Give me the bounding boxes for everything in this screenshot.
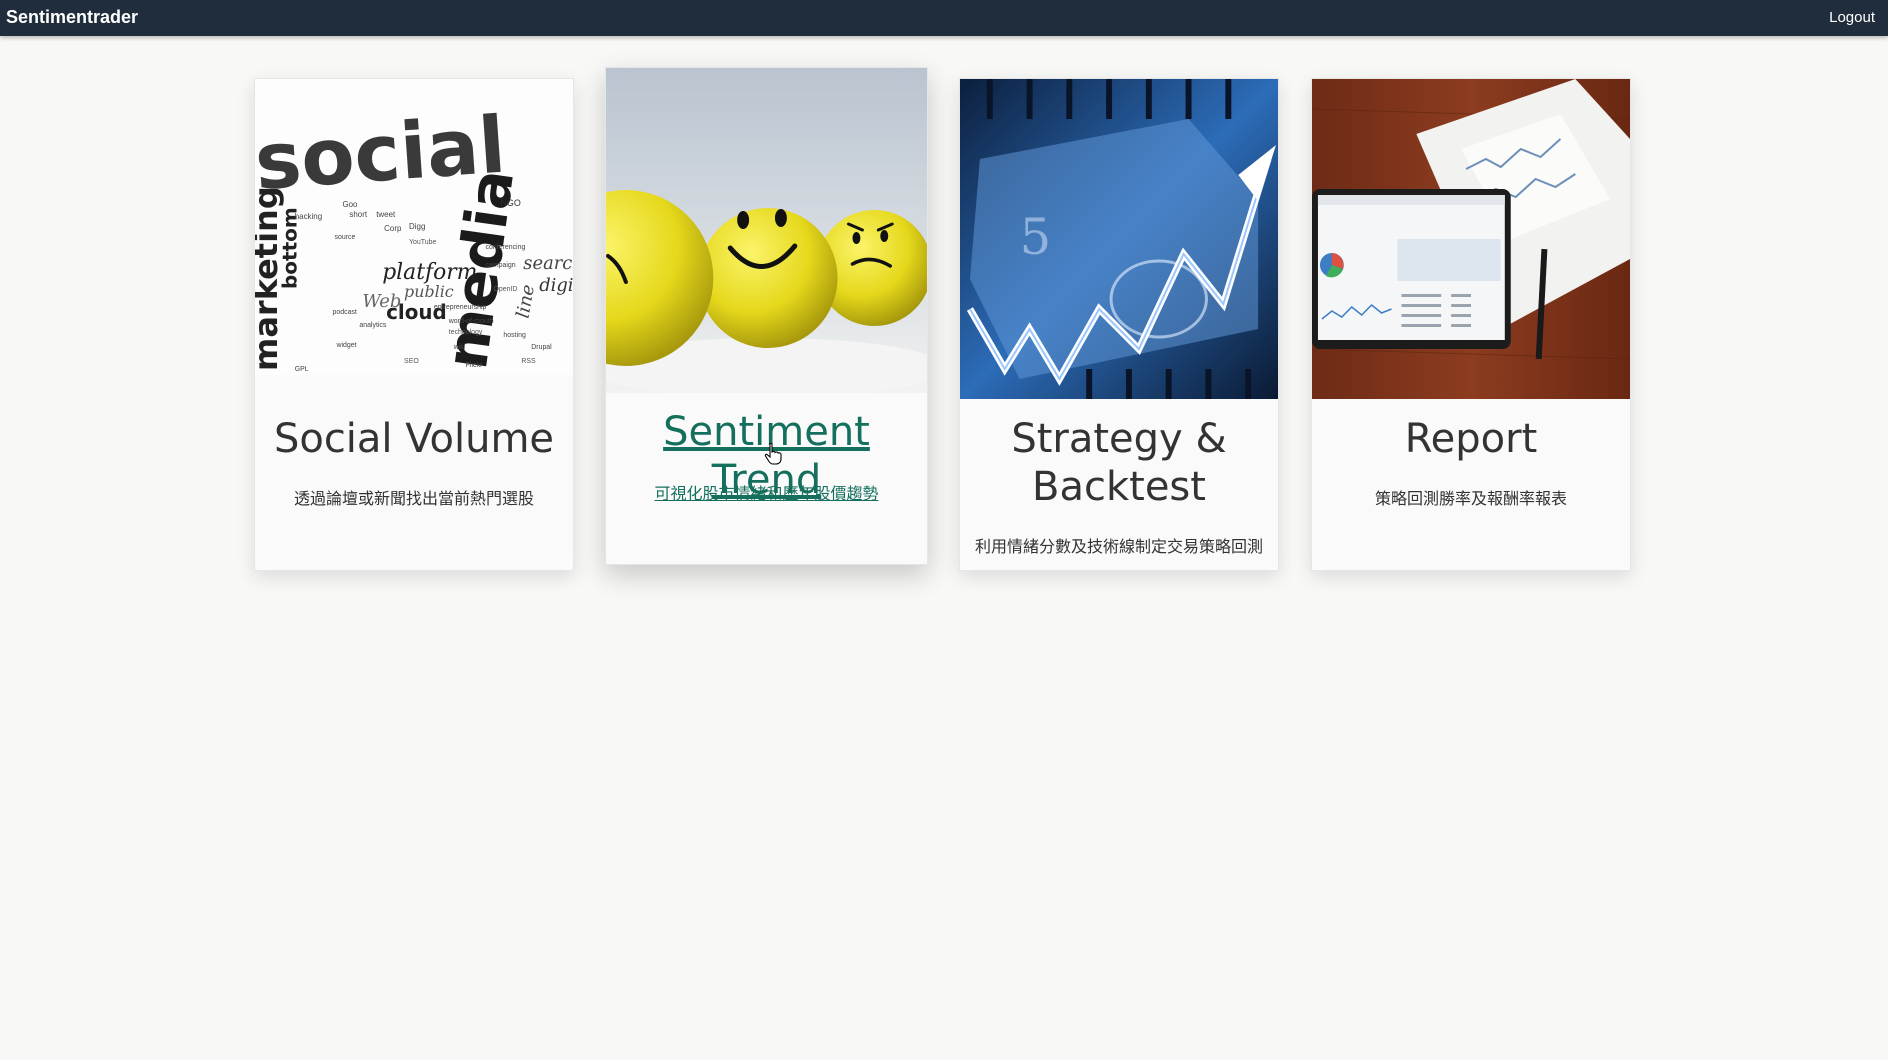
word-cloud-small-17: RSS — [521, 358, 536, 365]
word-cloud-small-23: OpenID — [494, 286, 518, 293]
word-cloud-small-0: hacking — [295, 212, 322, 221]
card-social-volume[interactable]: social media marketing platform cloud se… — [254, 78, 574, 571]
word-cloud-small-19: SEO — [404, 358, 419, 365]
word-cloud-small-1: short — [349, 210, 367, 219]
card-title[interactable]: Social Volume — [255, 415, 573, 463]
word-cloud-small-18: GPL — [295, 366, 309, 373]
word-cloud-small-21: source — [335, 234, 356, 241]
word-cloud-medium-3: public — [404, 282, 454, 301]
word-cloud-small-13: technology — [449, 329, 483, 336]
dollar-arrow-graphic: 5 — [960, 79, 1278, 399]
word-cloud-small-3: Goo — [342, 200, 358, 209]
tablet-report-graphic — [1312, 79, 1630, 399]
emoji-balls-graphic — [606, 68, 927, 393]
social-media-word-cloud-image: social media marketing platform cloud se… — [255, 79, 573, 375]
card-description: 透過論壇或新聞找出當前熱門選股 — [293, 491, 534, 508]
word-cloud-medium-4: Web — [362, 291, 401, 312]
card-report[interactable]: Report 策略回測勝率及報酬率報表 — [1311, 78, 1631, 571]
word-cloud-small-14: widget — [335, 342, 356, 349]
word-cloud-small-4: NGO — [500, 198, 520, 208]
card-description: 策略回測勝率及報酬率報表 — [1374, 491, 1567, 508]
word-cloud-small-22: campaign — [486, 262, 516, 269]
hand-pointer-cursor-icon — [764, 443, 782, 465]
svg-text:5: 5 — [1020, 208, 1052, 266]
logout-link[interactable]: Logout — [1829, 9, 1875, 26]
word-cloud-graphic: social media marketing platform cloud se… — [255, 100, 573, 373]
word-cloud-medium-6: digit — [539, 275, 573, 296]
card-title[interactable]: Report — [1312, 415, 1630, 463]
card-strategy-backtest[interactable]: 5 Strategy & Backtest 利用情緒分數及技術線制定交易策略回測 — [959, 78, 1279, 571]
card-description: 利用情緒分數及技術線制定交易策略回測 — [974, 539, 1263, 556]
word-cloud-small-9: podcast — [333, 309, 357, 316]
word-cloud-small-11: entrepreneurship — [434, 304, 487, 311]
word-cloud-small-6: Digg — [409, 222, 425, 231]
word-cloud-small-20: wiki — [453, 344, 466, 351]
word-cloud-small-2: tweet — [376, 210, 396, 219]
card-sentiment-trend[interactable]: Sentiment Trend 可視化股市情緒和歷年股價趨勢 — [605, 67, 928, 565]
word-cloud-small-10: analytics — [359, 322, 387, 329]
emoji-balls-image — [606, 68, 927, 393]
tablet-report-image — [1312, 79, 1630, 399]
dollar-arrow-chart-image: 5 — [960, 79, 1278, 399]
word-cloud-small-8: conferencing — [486, 244, 526, 251]
top-navbar: Sentimentrader Logout — [0, 0, 1888, 36]
word-cloud-small-15: hosting — [503, 332, 526, 339]
word-cloud-small-5: Corp — [384, 224, 402, 233]
word-cloud-small-7: YouTube — [409, 239, 436, 246]
word-cloud-medium-2: search — [523, 253, 573, 274]
word-cloud-small-12: word-of-mouth — [448, 318, 494, 325]
card-title[interactable]: Strategy & Backtest — [960, 415, 1278, 511]
word-cloud-small-24: Flickr — [466, 362, 483, 369]
brand-logo[interactable]: Sentimentrader — [6, 7, 138, 28]
word-cloud-small-16: Drupal — [531, 344, 552, 351]
card-description[interactable]: 可視化股市情緒和歷年股價趨勢 — [606, 480, 927, 504]
